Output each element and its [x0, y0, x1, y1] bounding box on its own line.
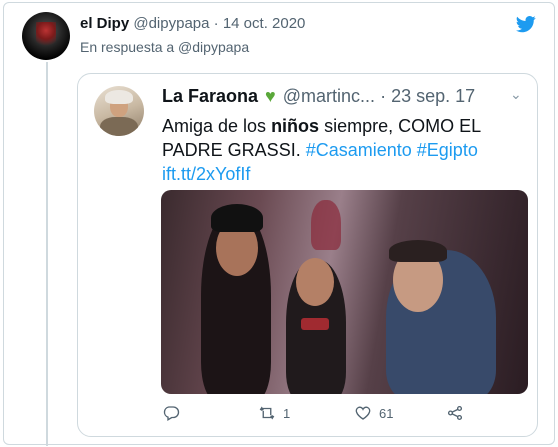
- avatar[interactable]: [22, 12, 70, 60]
- quoted-tweet[interactable]: La Faraona ♥ @martinc... · 23 sep. 17 ⌄ …: [77, 73, 538, 437]
- share-icon: [447, 405, 463, 421]
- share-button[interactable]: [446, 404, 464, 422]
- like-count: 61: [379, 405, 394, 421]
- reply-context[interactable]: En respuesta a @dipypapa: [80, 39, 249, 55]
- retweet-button[interactable]: 1: [258, 404, 290, 422]
- display-name[interactable]: el Dipy: [80, 15, 129, 32]
- retweet-count: 1: [283, 405, 291, 421]
- tweet-header: el Dipy @dipypapa · 14 oct. 2020: [80, 15, 305, 32]
- like-button[interactable]: 61: [354, 404, 393, 422]
- handle[interactable]: @dipypapa: [133, 15, 209, 32]
- twitter-bird-icon[interactable]: [514, 14, 538, 34]
- quoted-timestamp[interactable]: 23 sep. 17: [391, 86, 475, 106]
- avatar-figure: [36, 22, 56, 50]
- green-heart-icon: ♥: [265, 86, 276, 106]
- timestamp[interactable]: 14 oct. 2020: [223, 15, 306, 32]
- reply-button[interactable]: [162, 404, 180, 422]
- quoted-avatar[interactable]: [94, 86, 144, 136]
- chevron-down-icon[interactable]: ⌄: [510, 86, 522, 103]
- quoted-display-name[interactable]: La Faraona: [162, 86, 258, 106]
- reply-icon: [163, 406, 180, 421]
- quoted-text: Amiga de los niños siempre, COMO EL PADR…: [162, 116, 481, 184]
- hashtag-casamiento[interactable]: #Casamiento: [306, 140, 412, 160]
- separator: ·: [213, 15, 219, 32]
- action-bar: 1 61: [162, 404, 522, 428]
- separator: ·: [380, 86, 387, 106]
- hashtag-egipto[interactable]: #Egipto: [417, 140, 478, 160]
- quoted-handle[interactable]: @martinc...: [283, 86, 375, 106]
- retweet-icon: [259, 406, 275, 420]
- tweet-photo[interactable]: [161, 190, 528, 394]
- heart-icon: [355, 406, 371, 420]
- external-link[interactable]: ift.tt/2xYofIf: [162, 164, 250, 184]
- thread-line: [46, 62, 48, 446]
- quoted-header: La Faraona ♥ @martinc... · 23 sep. 17: [162, 86, 522, 107]
